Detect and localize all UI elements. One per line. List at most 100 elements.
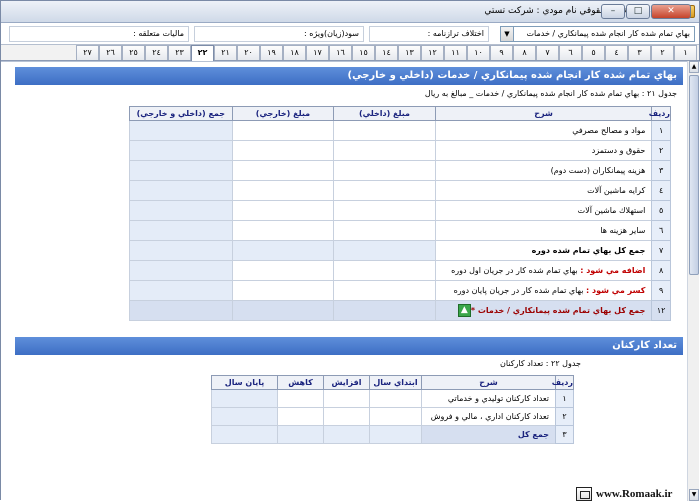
tab-18[interactable]: ١٨ xyxy=(283,45,306,60)
amount-internal-input[interactable] xyxy=(333,220,436,241)
col-header: مبلغ (داخلي) xyxy=(333,106,436,121)
sood-field: سود(زيان)ويژه : xyxy=(194,26,364,42)
amount-total-cell xyxy=(129,260,233,281)
table-row-total: ٣ جمع كل xyxy=(211,425,574,444)
scroll-up-icon[interactable]: ▲ xyxy=(689,61,699,73)
amount-external-input[interactable] xyxy=(231,160,335,181)
row-number: ١ xyxy=(651,120,671,141)
amount-external-input[interactable] xyxy=(231,120,335,141)
row-number: ٦ xyxy=(651,220,671,241)
start-of-year-input[interactable] xyxy=(369,407,422,426)
decrease-input[interactable] xyxy=(277,407,324,426)
row-description: كسر مي شود : بهاي تمام شده كار در جريان … xyxy=(434,280,653,301)
row-description: كرايه ماشين آلات xyxy=(434,180,653,201)
amount-external-input[interactable] xyxy=(231,180,335,201)
table-row: ٢ حقوق و دستمزد xyxy=(129,140,671,161)
row-description: اضافه مي شود : بهاي تمام شده كار در جريا… xyxy=(434,260,653,281)
col-header: رديف xyxy=(552,375,574,390)
row-number: ٨ xyxy=(651,260,671,281)
amount-internal-input[interactable] xyxy=(333,140,436,161)
amount-external-input[interactable] xyxy=(231,200,335,221)
info-row: بهاي تمام شده كار انجام شده پيمانكاري / … xyxy=(1,23,699,45)
tab-6[interactable]: ٦ xyxy=(559,45,582,60)
amount-internal-input[interactable] xyxy=(333,200,436,221)
table-row: ٩ كسر مي شود : بهاي تمام شده كار در جريا… xyxy=(129,280,671,301)
tab-2[interactable]: ٢ xyxy=(651,45,674,60)
tab-25[interactable]: ٢٥ xyxy=(122,45,145,60)
tab-23[interactable]: ٢٣ xyxy=(168,45,191,60)
tab-26[interactable]: ٢٦ xyxy=(99,45,122,60)
amount-internal-input[interactable] xyxy=(333,160,436,181)
amount-total-cell xyxy=(129,200,233,221)
row-description: ساير هزينه ها xyxy=(434,220,653,241)
tab-15[interactable]: ١٥ xyxy=(352,45,375,60)
amount-internal-input[interactable] xyxy=(333,260,436,281)
tab-14[interactable]: ١٤ xyxy=(375,45,398,60)
tab-3[interactable]: ٣ xyxy=(628,45,651,60)
tab-1[interactable]: ١ xyxy=(674,45,697,60)
end-of-year-cell xyxy=(211,389,278,408)
tab-4[interactable]: ٤ xyxy=(605,45,628,60)
form-selector-combo[interactable]: بهاي تمام شده كار انجام شده پيمانكاري / … xyxy=(500,26,695,42)
row-description: استهلاك ماشين آلات xyxy=(434,200,653,221)
row-number: ٣ xyxy=(651,160,671,181)
tab-19[interactable]: ١٩ xyxy=(260,45,283,60)
tab-9[interactable]: ٩ xyxy=(490,45,513,60)
tab-11[interactable]: ١١ xyxy=(444,45,467,60)
row-description: حقوق و دستمزد xyxy=(434,140,653,161)
tab-16[interactable]: ١٦ xyxy=(329,45,352,60)
amount-external-input[interactable] xyxy=(231,260,335,281)
amount-external-input[interactable] xyxy=(231,140,335,161)
tab-12[interactable]: ١٢ xyxy=(421,45,444,60)
maliyat-field: ماليات متعلقه : xyxy=(9,26,189,42)
tab-24[interactable]: ٢٤ xyxy=(145,45,168,60)
section-header-cost: بهاي تمام شده كار انجام شده پيمانكاري / … xyxy=(15,67,683,85)
scroll-down-icon[interactable]: ▼ xyxy=(689,489,699,501)
amount-external-input[interactable] xyxy=(231,220,335,241)
ekhtelaf-label: اختلاف ترازنامه : xyxy=(427,29,484,38)
minimize-button[interactable]: – xyxy=(601,4,625,19)
increase-input[interactable] xyxy=(323,407,370,426)
increase-input[interactable] xyxy=(323,389,370,408)
tab-8[interactable]: ٨ xyxy=(513,45,536,60)
table-row: ٦ ساير هزينه ها xyxy=(129,220,671,241)
total-description: جمع كل بهاي تمام شده پيمانكاري / خدمات * xyxy=(470,306,646,315)
maximize-button[interactable]: □ xyxy=(626,4,650,19)
dropdown-arrow-icon[interactable]: ▼ xyxy=(501,27,514,41)
tab-20[interactable]: ٢٠ xyxy=(237,45,260,60)
row-number: ٢ xyxy=(555,407,574,426)
amount-external-input[interactable] xyxy=(231,280,335,301)
close-button[interactable]: ✕ xyxy=(651,4,691,19)
tab-7[interactable]: ٧ xyxy=(536,45,559,60)
decrease-input[interactable] xyxy=(277,389,324,408)
tab-27[interactable]: ٢٧ xyxy=(76,45,99,60)
table-row: ٨ اضافه مي شود : بهاي تمام شده كار در جر… xyxy=(129,260,671,281)
form-content: بهاي تمام شده كار انجام شده پيمانكاري / … xyxy=(1,61,700,501)
arrow-up-icon[interactable]: ▲ xyxy=(457,304,471,317)
table-header-row: رديف شرح مبلغ (داخلي) مبلغ (خارجي) جمع (… xyxy=(129,106,671,121)
tab-10[interactable]: ١٠ xyxy=(467,45,490,60)
app-window: اظهارنامه اشخاص حقوقي نام مودي : شركت تس… xyxy=(0,0,700,501)
table-row: ٧ جمع كل بهاي تمام شده دوره xyxy=(129,240,671,261)
row-number: ١ xyxy=(555,389,574,408)
tab-5[interactable]: ٥ xyxy=(582,45,605,60)
row-number: ٥ xyxy=(651,200,671,221)
start-of-year-input[interactable] xyxy=(369,389,422,408)
row-number: ٢ xyxy=(651,140,671,161)
row-description: تعداد كاركنان اداري ، مالي و فروش xyxy=(421,407,556,426)
end-of-year-cell xyxy=(211,425,278,444)
amount-internal-input[interactable] xyxy=(333,280,436,301)
amount-internal-input[interactable] xyxy=(333,120,436,141)
amount-total-cell xyxy=(129,160,233,181)
scrollbar-thumb[interactable] xyxy=(689,75,699,275)
amount-total-cell xyxy=(129,140,233,161)
tab-13[interactable]: ١٣ xyxy=(398,45,421,60)
col-header: شرح xyxy=(434,106,653,121)
tab-17[interactable]: ١٧ xyxy=(306,45,329,60)
amount-internal-input[interactable] xyxy=(333,180,436,201)
tab-21[interactable]: ٢١ xyxy=(214,45,237,60)
vertical-scrollbar[interactable]: ▲ ▼ xyxy=(687,61,699,501)
table-row: ٥ استهلاك ماشين آلات xyxy=(129,200,671,221)
tab-22[interactable]: ٢٢ xyxy=(191,45,214,61)
title-bar: اظهارنامه اشخاص حقوقي نام مودي : شركت تس… xyxy=(1,1,699,23)
